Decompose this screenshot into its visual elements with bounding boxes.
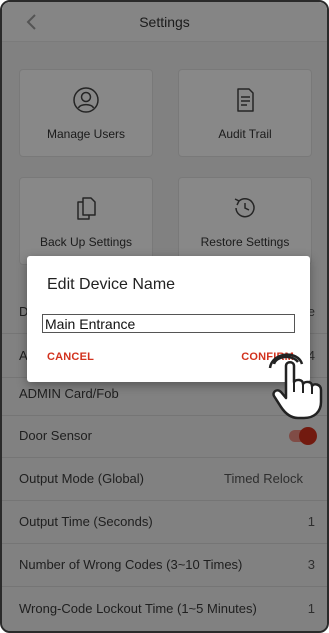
- dialog-title: Edit Device Name: [47, 276, 176, 293]
- phone-screen: Settings Manage Users Audit Trail Back U…: [0, 0, 329, 633]
- cancel-button[interactable]: CANCEL: [47, 351, 94, 363]
- device-name-input[interactable]: [42, 314, 295, 333]
- tap-hand-icon: [268, 353, 323, 420]
